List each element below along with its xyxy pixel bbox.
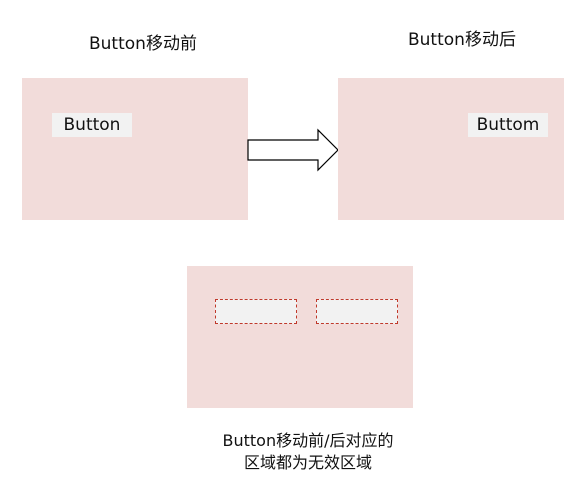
after-caption: Button移动后 — [408, 30, 516, 50]
before-button[interactable]: Button — [52, 113, 132, 137]
right-arrow-icon — [247, 128, 339, 172]
after-panel: Buttom — [338, 78, 564, 220]
before-panel: Button — [22, 78, 248, 220]
invalid-area-caption-line1: Button移动前/后对应的 — [222, 431, 394, 450]
before-caption: Button移动前 — [89, 34, 197, 54]
after-button[interactable]: Buttom — [468, 113, 548, 137]
invalid-area-caption: Button移动前/后对应的 区域都为无效区域 — [190, 430, 426, 474]
invalid-area-caption-line2: 区域都为无效区域 — [243, 453, 372, 472]
before-position-slot — [215, 299, 297, 324]
invalid-area-panel — [187, 266, 413, 408]
after-position-slot — [316, 299, 398, 324]
